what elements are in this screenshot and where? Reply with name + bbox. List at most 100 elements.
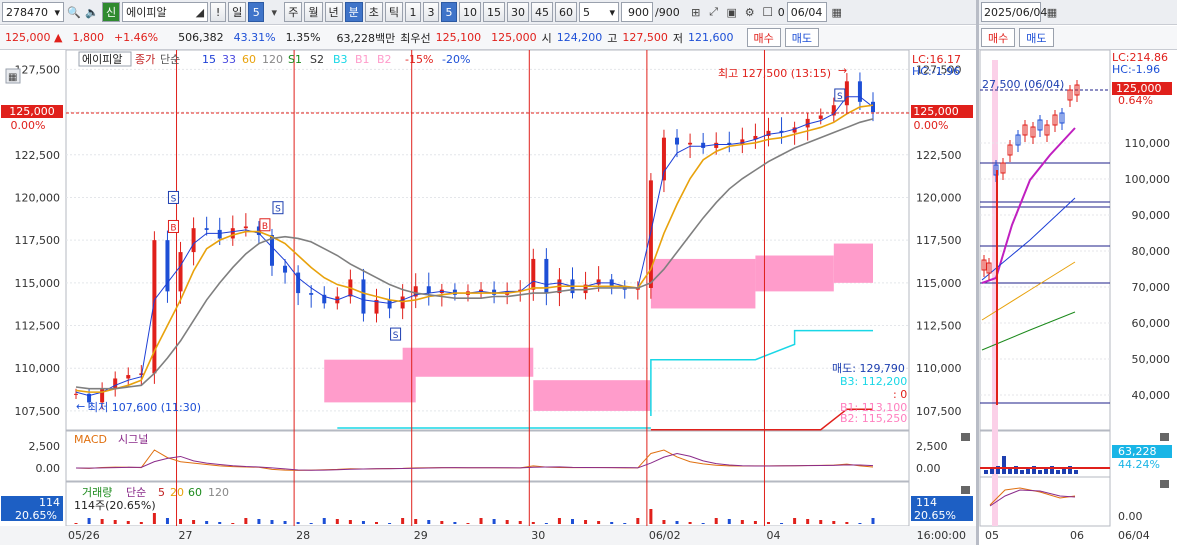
- volume-bar: [479, 518, 483, 524]
- candle-body: [283, 265, 288, 273]
- up-arrow-icon: ▲: [54, 31, 63, 44]
- volume-bar: [427, 520, 431, 524]
- volume-bar: [610, 522, 614, 524]
- x-tick-label: 05/26: [68, 529, 100, 542]
- volume-close-icon[interactable]: [961, 486, 970, 494]
- macd-tick-zero: 0.00: [36, 462, 61, 475]
- right-date-input[interactable]: 2025/06/04: [981, 2, 1047, 22]
- volume-current: 114주(20.65%): [74, 499, 156, 512]
- y-tick-label-left: 122,500: [15, 149, 61, 162]
- grid-icon[interactable]: ⊞: [688, 2, 704, 22]
- candle-body: [191, 228, 196, 253]
- period-minute-button[interactable]: 분: [344, 2, 363, 22]
- buy-button[interactable]: 매수: [746, 28, 781, 47]
- grid-settings-icon[interactable]: ▦: [8, 72, 17, 83]
- period-week-button[interactable]: 주: [284, 2, 303, 22]
- date-input[interactable]: 06/04: [786, 2, 827, 22]
- right-y-tick: 80,000: [1132, 245, 1171, 258]
- volume-tag-right-text: 114: [916, 496, 937, 509]
- period-year-button[interactable]: 년: [324, 2, 343, 22]
- b2-info: B2: 115,250: [840, 412, 907, 425]
- right-buy-button[interactable]: 매수: [981, 28, 1016, 47]
- volume-bar: [766, 522, 770, 524]
- chart-canvas[interactable]: SBBSSS 127,500127,500125,000125,000122,5…: [0, 50, 1177, 545]
- expand-icon[interactable]: ⤢: [706, 2, 722, 22]
- period-day-button[interactable]: 일: [228, 2, 247, 22]
- minute-10-button[interactable]: 10: [459, 2, 481, 22]
- right-vol-close-icon[interactable]: [1160, 433, 1169, 441]
- stock-code-value: 278470: [6, 5, 48, 19]
- macd-pane[interactable]: [65, 430, 910, 482]
- minute-3-button[interactable]: 3: [423, 2, 439, 22]
- candle-body: [714, 142, 719, 148]
- y-tick-label-right: 115,000: [916, 277, 962, 290]
- period-month-button[interactable]: 월: [304, 2, 323, 22]
- low-price: 121,600: [688, 31, 734, 44]
- alert-button[interactable]: !: [210, 2, 227, 22]
- quote-bar: 125,000 ▲ 1,800 +1.46% 506,382 43.31% 1.…: [0, 26, 977, 50]
- right-y-tick: 50,000: [1132, 353, 1171, 366]
- period-second-button[interactable]: 초: [364, 2, 383, 22]
- chevron-down-icon[interactable]: ▾: [266, 2, 282, 22]
- count-total: /900: [655, 5, 680, 19]
- right-volume-bar: [1056, 470, 1060, 474]
- right-mini-chart[interactable]: 110,000 100,000 90,000 80,000 70,000 60,000 50…: [979, 50, 1172, 542]
- time-label: 16:00:00: [917, 529, 966, 542]
- period-tick-button[interactable]: 틱: [384, 2, 403, 22]
- macd-close-icon[interactable]: [961, 433, 970, 441]
- minute-30-button[interactable]: 30: [507, 2, 529, 22]
- best-label: 최우선: [400, 31, 431, 45]
- legend-b3: B3: [333, 53, 348, 66]
- checkbox[interactable]: ☐: [760, 2, 776, 22]
- volume-bar: [87, 518, 91, 524]
- minute-1-button[interactable]: 1: [405, 2, 421, 22]
- y-tick-label-left: 112,500: [15, 320, 61, 333]
- right-price-pane[interactable]: [979, 50, 1111, 431]
- x-tick-label: 27: [179, 529, 193, 542]
- right-macd-pane[interactable]: [979, 476, 1111, 527]
- gear-icon[interactable]: ⚙: [742, 2, 758, 22]
- y-tick-label-right: 122,500: [916, 149, 962, 162]
- stock-name-select[interactable]: 에이피알 ◢: [122, 2, 209, 22]
- right-sell-button[interactable]: 매도: [1019, 28, 1054, 47]
- best-bid: 125,000: [491, 31, 537, 44]
- signal-marker-label: B: [170, 223, 176, 233]
- volume-bar: [584, 520, 588, 524]
- volume-bar: [322, 518, 326, 524]
- legend-hc: HC:-1.96: [912, 65, 960, 78]
- right-macd-close-icon[interactable]: [1160, 480, 1169, 488]
- signal-marker-label: S: [171, 194, 177, 204]
- volume-bar: [440, 521, 444, 524]
- legend-minus15: -15%: [405, 53, 433, 66]
- volume-bar: [165, 518, 169, 524]
- sell-button[interactable]: 매도: [784, 28, 820, 47]
- legend-ma33: 33: [222, 53, 236, 66]
- stock-code-input[interactable]: 278470 ▾: [2, 2, 64, 22]
- right-vol-pct: 44.24%: [1118, 458, 1160, 471]
- interval-select[interactable]: 5 ▾: [579, 2, 619, 22]
- search-icon[interactable]: 🔍: [66, 2, 82, 22]
- minute-15-button[interactable]: 15: [483, 2, 505, 22]
- legend-b2: B2: [377, 53, 392, 66]
- save-icon[interactable]: ▣: [724, 2, 740, 22]
- minute-5-button[interactable]: 5: [441, 2, 457, 22]
- volume-bar: [283, 521, 287, 524]
- volume-bar: [270, 520, 274, 524]
- low-annotation: 최저 107,600 (11:30): [88, 401, 201, 414]
- calendar-icon[interactable]: ▦: [829, 2, 845, 22]
- count-input[interactable]: 900: [621, 2, 653, 22]
- volume-ma20: 20: [170, 486, 184, 499]
- period-value-button[interactable]: 5: [248, 2, 265, 22]
- legend-ma120: 120: [262, 53, 283, 66]
- volume-bar: [780, 523, 784, 524]
- right-macd-tick: 0.00: [1118, 510, 1143, 523]
- minute-45-button[interactable]: 45: [531, 2, 553, 22]
- chart-window: 278470 ▾ 🔍 🔈 신 에이피알 ◢ ! 일 5 ▾ 주 월 년 분 초 …: [0, 0, 1177, 545]
- volume-ma60: 60: [188, 486, 202, 499]
- volume-bar: [309, 523, 313, 524]
- volume-bar: [597, 521, 601, 524]
- calendar-icon[interactable]: ▦: [1044, 2, 1060, 22]
- minute-60-button[interactable]: 60: [555, 2, 577, 22]
- speaker-icon[interactable]: 🔈: [84, 2, 100, 22]
- volume-ma120: 120: [208, 486, 229, 499]
